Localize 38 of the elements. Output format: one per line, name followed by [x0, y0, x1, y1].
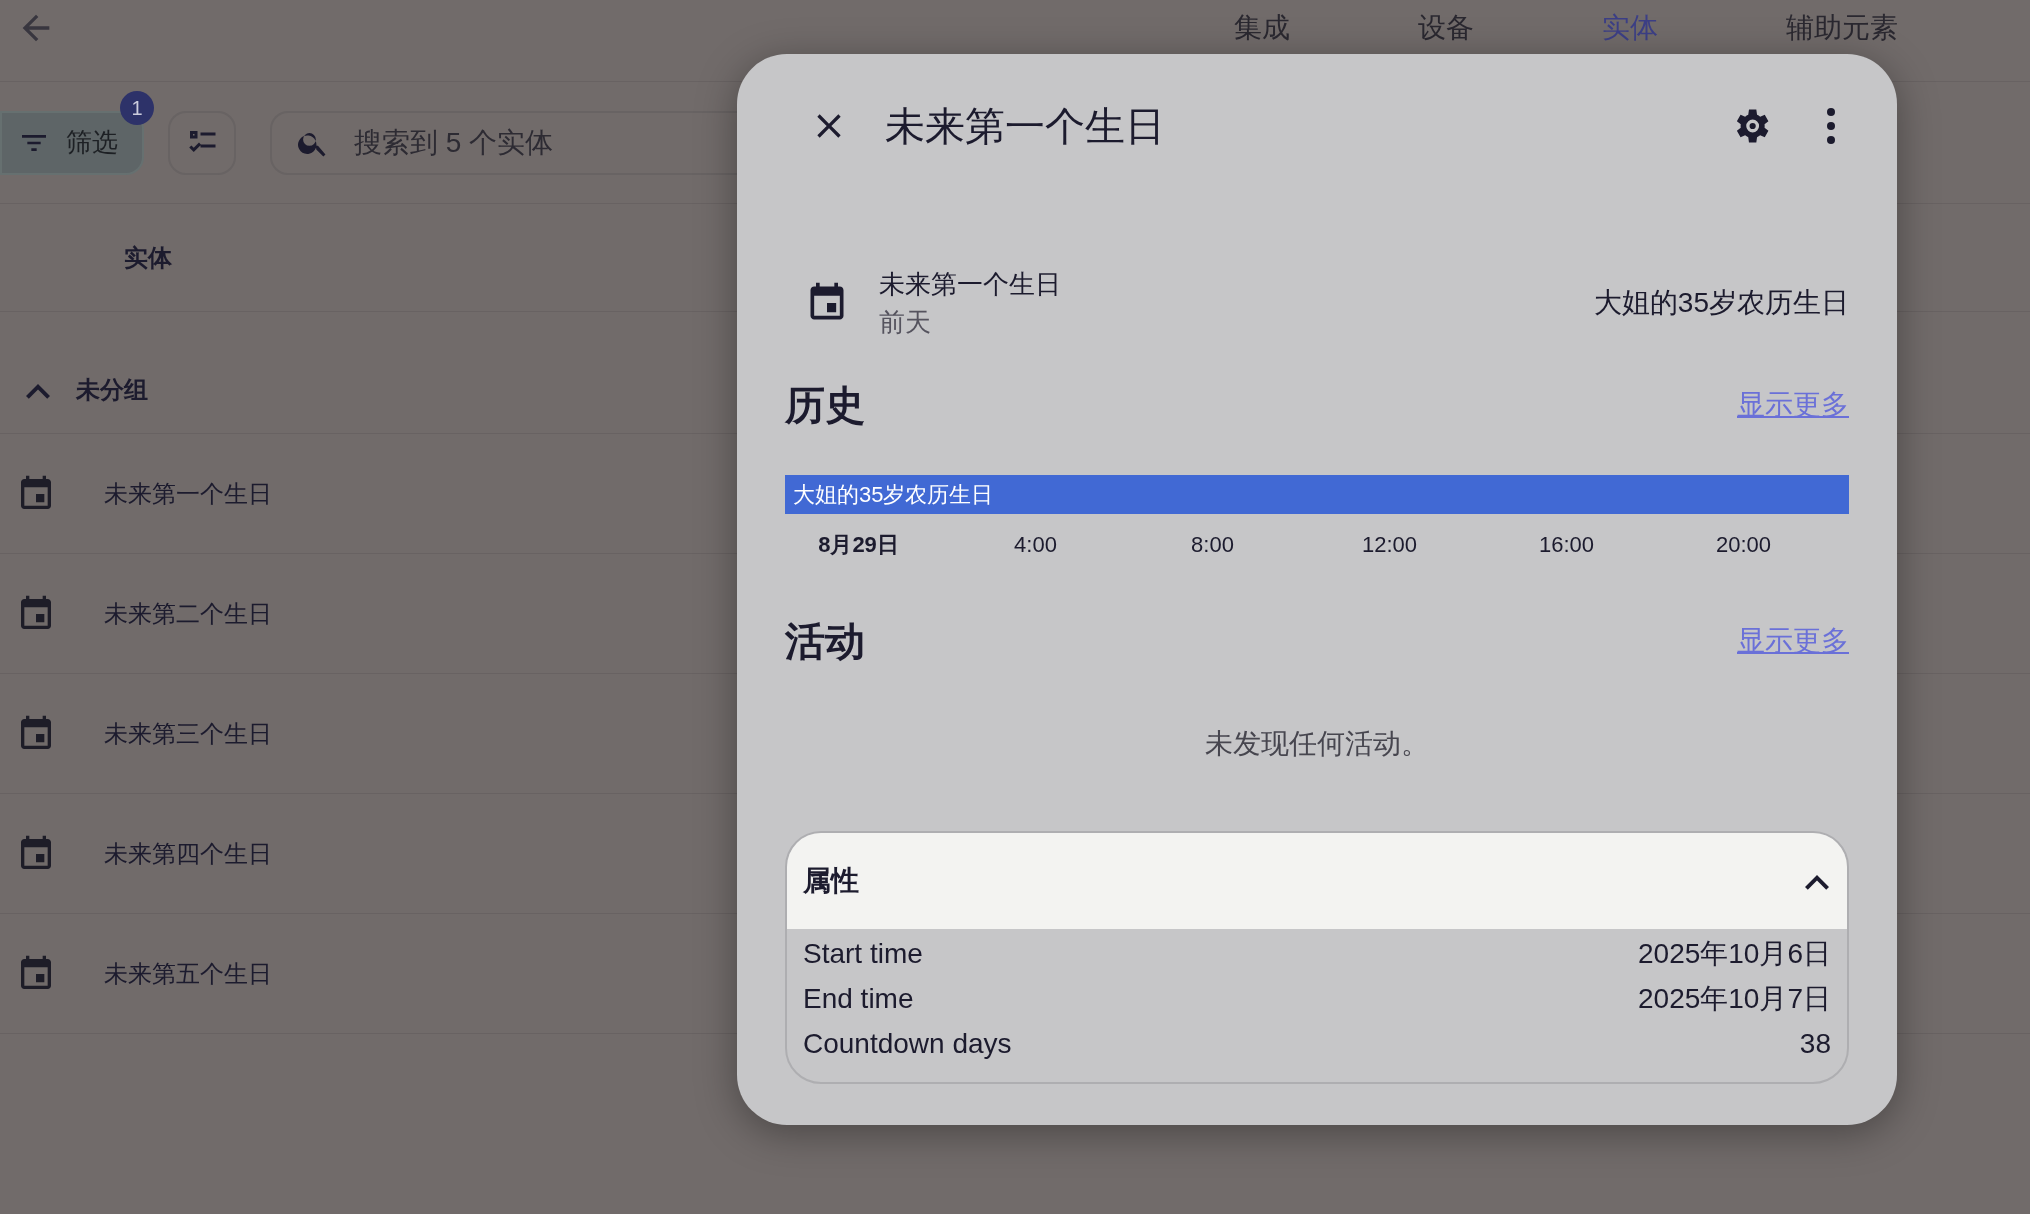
- show-more-link[interactable]: 显示更多: [1737, 384, 1849, 426]
- tab[interactable]: 辅助元素: [1782, 6, 1902, 49]
- attribute-name: End time: [803, 981, 914, 1016]
- more-menu-button[interactable]: [1825, 106, 1837, 146]
- timeline-bar: 大姐的35岁农历生日: [785, 475, 1849, 514]
- entity-state: 大姐的35岁农历生日: [1593, 286, 1849, 320]
- entity-name[interactable]: 未来第四个生日: [104, 835, 272, 872]
- entity-name: 未来第一个生日: [879, 268, 1061, 301]
- show-more-link[interactable]: 显示更多: [1737, 620, 1849, 662]
- axis-label: 8:00: [1190, 531, 1235, 559]
- tab[interactable]: 集成: [1230, 6, 1294, 49]
- attribute-value: 38: [1799, 1026, 1831, 1061]
- tab[interactable]: 设备: [1414, 6, 1478, 49]
- entity-name[interactable]: 未来第二个生日: [104, 595, 272, 632]
- section-heading: 历史: [785, 382, 865, 429]
- chevron-up-icon: [1803, 874, 1831, 892]
- group-label: 未分组: [76, 374, 148, 405]
- more-icon: [1825, 106, 1837, 146]
- entity-name[interactable]: 未来第五个生日: [104, 955, 272, 992]
- axis-label: 16:00: [1537, 531, 1596, 559]
- attribute-value: 2025年10月6日: [1638, 936, 1831, 971]
- chevron-up-icon: [24, 382, 52, 400]
- empty-message: 未发现任何活动。: [1204, 727, 1430, 761]
- attribute-name: Countdown days: [803, 1026, 1012, 1061]
- section-heading: 活动: [785, 618, 865, 665]
- entity-name[interactable]: 未来第一个生日: [104, 475, 272, 512]
- attribute-name: Start time: [803, 936, 923, 971]
- entity-name[interactable]: 未来第三个生日: [104, 715, 272, 752]
- column-header: 实体: [124, 242, 172, 273]
- axis-label: 12:00: [1360, 531, 1419, 559]
- panel-heading: 属性: [803, 864, 859, 898]
- axis-label: 4:00: [1013, 531, 1058, 559]
- relative-time: 前天: [879, 306, 932, 339]
- count-badge: 1: [120, 90, 154, 125]
- attribute-value: 2025年10月7日: [1638, 981, 1831, 1016]
- axis-label: 8月29日: [817, 531, 900, 559]
- selection-mode-button[interactable]: [168, 110, 236, 175]
- axis-label: 20:00: [1714, 531, 1773, 559]
